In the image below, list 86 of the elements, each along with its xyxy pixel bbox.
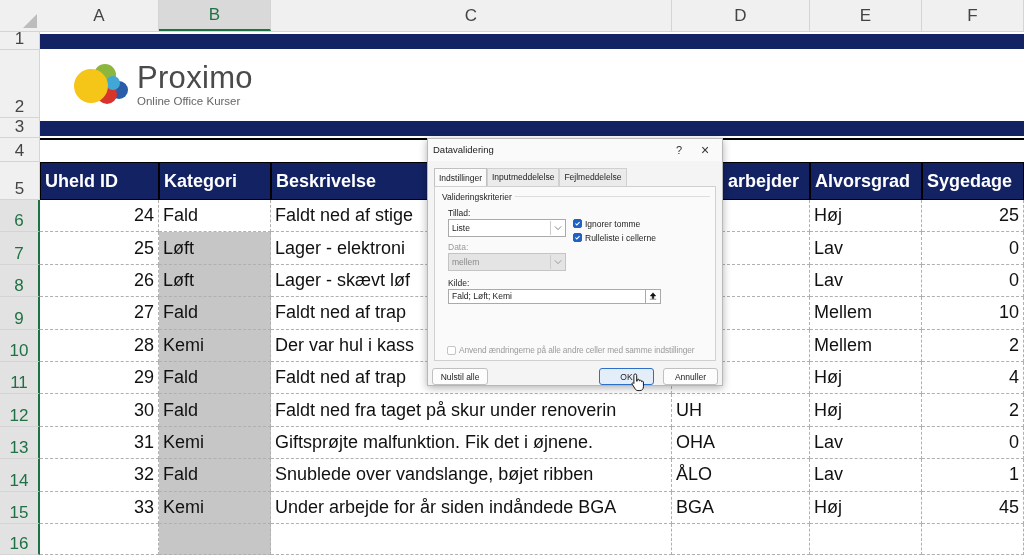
checkbox-label: Ignorer tomme — [585, 218, 641, 229]
row-number[interactable]: 8 — [0, 264, 40, 298]
brand-name: Proximo — [137, 61, 253, 93]
table-cell: Kemi — [159, 426, 271, 460]
row-number[interactable]: 7 — [0, 232, 40, 265]
table-cell: Løft — [159, 264, 271, 298]
table-cell: 2 — [922, 394, 1024, 427]
upload-arrow-icon — [649, 292, 657, 301]
table-cell: Lav — [810, 264, 922, 298]
table-cell: Mellem — [810, 329, 922, 362]
table-cell: Faldt ned fra taget på skur under renoverin — [271, 394, 672, 427]
table-cell: OHA — [672, 426, 810, 460]
table-cell: Høj — [810, 361, 922, 395]
column-header[interactable]: C — [271, 0, 672, 31]
table-cell: Høj — [810, 491, 922, 524]
help-button[interactable]: ? — [666, 143, 692, 156]
row-number[interactable]: 12 — [0, 394, 40, 427]
table-cell: Fald — [159, 459, 271, 492]
close-button[interactable]: × — [692, 141, 718, 158]
table-cell: Snublede over vandslange, bøjet ribben — [271, 459, 672, 492]
table-cell: BGA — [672, 491, 810, 524]
dialog-tab[interactable]: Inputmeddelelse — [487, 167, 560, 186]
row-number[interactable]: 13 — [0, 426, 40, 460]
row-number[interactable]: 16 — [0, 523, 40, 555]
dialog-title: Datavalidering — [433, 144, 495, 156]
allow-label: Tillad: — [448, 207, 472, 218]
dialog-button[interactable]: Annuller — [663, 368, 718, 385]
row-number[interactable]: 14 — [0, 459, 40, 492]
table-cell: 0 — [922, 264, 1024, 298]
column-header[interactable]: D — [672, 0, 810, 31]
table-cell: Fald — [159, 394, 271, 427]
dialog-tab[interactable]: Fejlmeddelelse — [559, 167, 627, 186]
table-cell: 0 — [922, 232, 1024, 265]
table-cell: Kemi — [159, 329, 271, 362]
dialog-tab[interactable]: Indstillinger — [434, 167, 487, 186]
table-cell: Høj — [810, 200, 922, 233]
data-label: Data: — [448, 241, 470, 252]
table-cell: Lav — [810, 232, 922, 265]
table-header-cell: Uheld ID — [40, 162, 159, 200]
table-cell: Fald — [159, 361, 271, 395]
row-number[interactable]: 2 — [0, 50, 40, 118]
table-header-cell: Kategori — [159, 162, 271, 200]
row-number[interactable]: 10 — [0, 329, 40, 362]
table-cell: 25 — [922, 200, 1024, 233]
table-cell: Mellem — [810, 297, 922, 330]
source-input[interactable]: Fald; Løft; Kemi — [448, 288, 646, 304]
table-cell: 0 — [922, 426, 1024, 460]
row-number[interactable]: 4 — [0, 138, 40, 162]
table-cell: 10 — [922, 297, 1024, 330]
table-cell: Lav — [810, 459, 922, 492]
column-header[interactable]: F — [922, 0, 1024, 31]
range-picker-button[interactable] — [646, 288, 661, 304]
checkbox-label: Rulleliste i cellerne — [585, 232, 656, 243]
group-title: Valideringskriterier — [442, 191, 512, 202]
table-cell: 2 — [922, 329, 1024, 362]
row-number[interactable]: 15 — [0, 491, 40, 524]
table-cell: 45 — [922, 491, 1024, 524]
table-cell: Lav — [810, 426, 922, 460]
column-header[interactable]: B — [159, 0, 271, 31]
table-cell: 4 — [922, 361, 1024, 395]
column-header[interactable]: E — [810, 0, 922, 31]
row-number[interactable]: 3 — [0, 118, 40, 138]
row-number[interactable]: 6 — [0, 200, 40, 233]
table-cell: ÅLO — [672, 459, 810, 492]
dialog-button[interactable]: Nulstil alle — [432, 368, 488, 385]
table-cell: 1 — [922, 459, 1024, 492]
allow-dropdown[interactable]: Liste — [448, 218, 566, 237]
checkbox[interactable] — [573, 233, 582, 243]
table-cell: Løft — [159, 232, 271, 265]
table-cell: Høj — [810, 394, 922, 427]
table-header-cell: Alvorsgrad — [810, 162, 922, 200]
row-number[interactable]: 5 — [0, 162, 40, 200]
checkbox[interactable] — [573, 219, 582, 229]
row-number[interactable]: 9 — [0, 297, 40, 330]
table-cell: Fald — [159, 297, 271, 330]
dialog-button[interactable]: OK — [599, 368, 654, 385]
source-label: Kilde: — [447, 277, 471, 288]
table-header-cell: Sygedage — [922, 162, 1024, 200]
table-cell: Under arbejde for år siden indåndede BGA — [271, 491, 672, 524]
row-number[interactable]: 1 — [0, 32, 40, 50]
table-cell: Giftsprøjte malfunktion. Fik det i øjnene. — [271, 426, 672, 460]
brand-tagline: Online Office Kurser — [137, 94, 242, 107]
table-cell: 24 — [40, 200, 159, 233]
table-cell: Kemi — [159, 491, 271, 524]
row-number[interactable]: 11 — [0, 361, 40, 395]
table-cell: UH — [672, 394, 810, 427]
